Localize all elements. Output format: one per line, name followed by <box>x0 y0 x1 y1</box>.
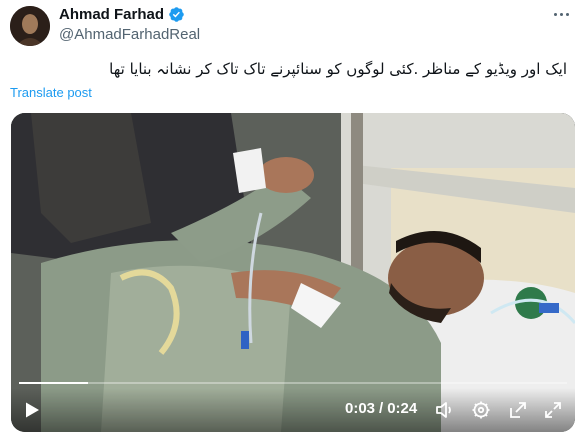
more-options-button[interactable] <box>551 6 571 22</box>
translate-post-link[interactable]: Translate post <box>10 85 92 100</box>
pop-out-icon[interactable] <box>508 400 528 420</box>
video-progress-track[interactable] <box>19 382 567 384</box>
video-time-separator: / <box>379 400 384 417</box>
fullscreen-icon[interactable] <box>543 400 563 420</box>
play-icon[interactable] <box>23 401 41 419</box>
video-frame <box>11 113 575 432</box>
video-progress-fill <box>19 382 88 384</box>
video-current-time: 0:03 <box>345 400 376 417</box>
more-dot-icon <box>559 12 563 16</box>
settings-icon[interactable] <box>471 400 491 420</box>
video-duration: 0:24 <box>387 400 418 417</box>
author-display-name[interactable]: Ahmad Farhad <box>59 6 164 23</box>
author-handle[interactable]: @AhmadFarhadReal <box>59 26 200 43</box>
author-name-row: Ahmad Farhad <box>59 6 185 23</box>
post-text: ایک اور ویڈیو کے مناظر .کئی لوگوں کو سنا… <box>109 60 567 78</box>
more-dot-icon <box>553 12 557 16</box>
video-player[interactable]: 0:03/0:24 <box>11 113 575 432</box>
volume-icon[interactable] <box>435 400 455 420</box>
more-dot-icon <box>565 12 569 16</box>
avatar-image <box>10 6 50 46</box>
video-time-display: 0:03/0:24 <box>345 400 417 417</box>
verified-badge-icon[interactable] <box>168 6 185 23</box>
avatar[interactable] <box>10 6 50 46</box>
